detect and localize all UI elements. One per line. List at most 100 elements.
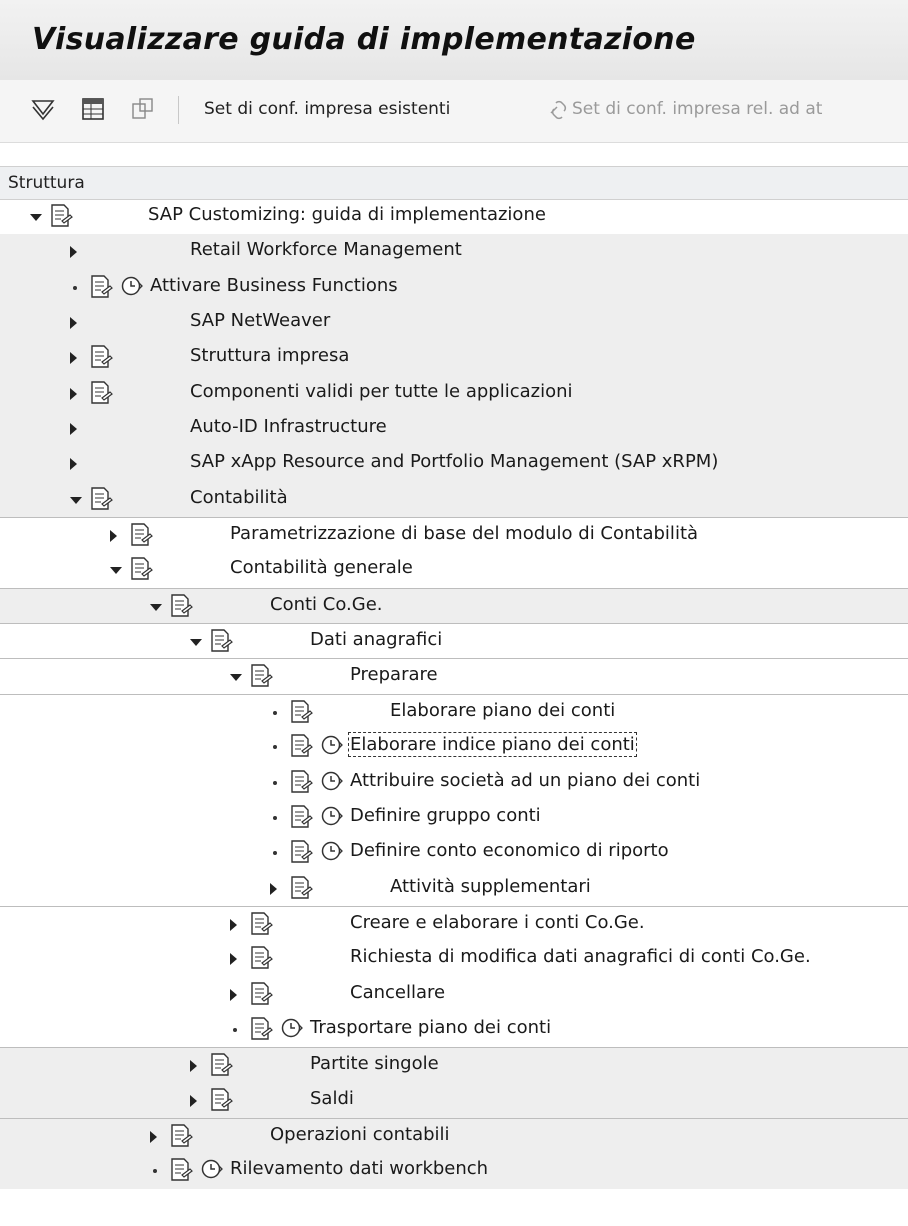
documentation-icon[interactable]	[289, 875, 313, 901]
expanded-arrow-icon[interactable]	[110, 567, 122, 575]
tree-node-label[interactable]: Contabilità	[190, 487, 288, 508]
tree-node-label[interactable]: Creare e elaborare i conti Co.Ge.	[350, 912, 645, 933]
tree-node[interactable]: Parametrizzazione di base del modulo di …	[0, 517, 908, 552]
execute-activity-icon[interactable]	[200, 1157, 224, 1181]
documentation-icon[interactable]	[289, 769, 313, 795]
tree-node[interactable]: Componenti validi per tutte le applicazi…	[0, 375, 908, 412]
documentation-icon[interactable]	[209, 1087, 233, 1113]
tree-node-label[interactable]: Elaborare indice piano dei conti	[348, 732, 637, 758]
documentation-icon[interactable]	[89, 274, 113, 300]
execute-activity-icon[interactable]	[280, 1016, 304, 1040]
documentation-icon[interactable]	[289, 699, 313, 725]
documentation-icon[interactable]	[249, 981, 273, 1007]
collapsed-arrow-icon[interactable]	[110, 530, 117, 543]
execute-activity-icon[interactable]	[120, 274, 144, 298]
tree-node-label[interactable]: Parametrizzazione di base del modulo di …	[230, 523, 698, 544]
collapsed-arrow-icon[interactable]	[190, 1094, 197, 1107]
execute-activity-icon[interactable]	[320, 769, 344, 793]
collapsed-arrow-icon[interactable]	[70, 423, 77, 436]
collapsed-arrow-icon[interactable]	[70, 458, 77, 471]
documentation-icon[interactable]	[249, 663, 273, 689]
tree-node[interactable]: Contabilità generale	[0, 552, 908, 587]
documentation-icon[interactable]	[289, 733, 313, 759]
documentation-icon[interactable]	[209, 1052, 233, 1078]
tree-node[interactable]: Definire gruppo conti	[0, 800, 908, 835]
tree-node[interactable]: Definire conto economico di riporto	[0, 835, 908, 870]
tree-node-label[interactable]: Rilevamento dati workbench	[230, 1158, 488, 1179]
tree-node[interactable]: Conti Co.Ge.	[0, 587, 908, 624]
execute-activity-icon[interactable]	[320, 733, 344, 757]
tree-node[interactable]: Attribuire società ad un piano dei conti	[0, 765, 908, 800]
tree-node[interactable]: Richiesta di modifica dati anagrafici di…	[0, 941, 908, 976]
expanded-arrow-icon[interactable]	[70, 496, 82, 504]
collapsed-arrow-icon[interactable]	[70, 246, 77, 259]
tree-node-label[interactable]: Conti Co.Ge.	[270, 594, 383, 615]
execute-activity-icon[interactable]	[320, 804, 344, 828]
tree-node-label[interactable]: Definire conto economico di riporto	[350, 840, 669, 861]
related-sets-button[interactable]: Set di conf. impresa rel. ad at	[572, 99, 822, 119]
documentation-icon[interactable]	[89, 344, 113, 370]
tree-node[interactable]: Auto-ID Infrastructure	[0, 411, 908, 447]
documentation-icon[interactable]	[49, 203, 73, 229]
documentation-icon[interactable]	[209, 628, 233, 654]
tree-node-label[interactable]: Cancellare	[350, 982, 445, 1003]
tree-node-label[interactable]: Contabilità generale	[230, 557, 413, 578]
collapsed-arrow-icon[interactable]	[150, 1130, 157, 1143]
tree-node[interactable]: Partite singole	[0, 1047, 908, 1083]
tree-node-label[interactable]: SAP xApp Resource and Portfolio Manageme…	[190, 451, 718, 472]
filter-icon[interactable]	[30, 96, 56, 122]
tree-node[interactable]: Rilevamento dati workbench	[0, 1153, 908, 1189]
tree-node[interactable]: Cancellare	[0, 977, 908, 1012]
tree-node-label[interactable]: Trasportare piano dei conti	[310, 1017, 551, 1038]
tree-node[interactable]: Creare e elaborare i conti Co.Ge.	[0, 905, 908, 941]
tree-node[interactable]: Contabilità	[0, 481, 908, 518]
tree-node-label[interactable]: Preparare	[350, 664, 438, 685]
tree-node[interactable]: Elaborare piano dei conti	[0, 693, 908, 729]
expanded-arrow-icon[interactable]	[30, 214, 42, 221]
tree-node-label[interactable]: Attribuire società ad un piano dei conti	[350, 770, 700, 791]
collapsed-arrow-icon[interactable]	[230, 988, 237, 1001]
tree-node-label[interactable]: Retail Workforce Management	[190, 239, 462, 260]
collapsed-arrow-icon[interactable]	[230, 918, 237, 931]
tree-node-label[interactable]: Operazioni contabili	[270, 1124, 450, 1145]
tree-node-label[interactable]: Attività supplementari	[390, 876, 591, 897]
documentation-icon[interactable]	[89, 380, 113, 406]
tree-node-label[interactable]: Partite singole	[310, 1053, 439, 1074]
collapsed-arrow-icon[interactable]	[70, 317, 77, 330]
documentation-icon[interactable]	[169, 1157, 193, 1183]
tree-node-label[interactable]: Definire gruppo conti	[350, 805, 541, 826]
tree-node[interactable]: Dati anagrafici	[0, 623, 908, 658]
documentation-icon[interactable]	[129, 556, 153, 582]
tree-node[interactable]: Struttura impresa	[0, 340, 908, 376]
tree-node-label[interactable]: Attivare Business Functions	[150, 275, 398, 296]
tree-node-label[interactable]: SAP Customizing: guida di implementazion…	[148, 204, 546, 225]
collapsed-arrow-icon[interactable]	[230, 953, 237, 966]
documentation-icon[interactable]	[129, 522, 153, 548]
collapsed-arrow-icon[interactable]	[70, 352, 77, 365]
documentation-icon[interactable]	[289, 804, 313, 830]
tree-node[interactable]: Trasportare piano dei conti	[0, 1012, 908, 1047]
documentation-icon[interactable]	[249, 1016, 273, 1042]
tree-node[interactable]: Elaborare indice piano dei conti	[0, 729, 908, 764]
tree-node-label[interactable]: Componenti validi per tutte le applicazi…	[190, 381, 573, 402]
tree-node-label[interactable]: SAP NetWeaver	[190, 310, 330, 331]
documentation-icon[interactable]	[249, 945, 273, 971]
existing-sets-button[interactable]: Set di conf. impresa esistenti	[204, 99, 450, 119]
collapsed-arrow-icon[interactable]	[270, 882, 277, 895]
tree-node[interactable]: Saldi	[0, 1082, 908, 1118]
tree-node[interactable]: SAP xApp Resource and Portfolio Manageme…	[0, 446, 908, 482]
tree-node[interactable]: Retail Workforce Management	[0, 234, 908, 270]
tree-node[interactable]: Attivare Business Functions	[0, 269, 908, 306]
execute-activity-icon[interactable]	[320, 839, 344, 863]
tree-node[interactable]: SAP NetWeaver	[0, 305, 908, 341]
tree-node[interactable]: Attività supplementari	[0, 871, 908, 906]
documentation-icon[interactable]	[169, 593, 193, 619]
copy-icon[interactable]	[130, 96, 156, 122]
documentation-icon[interactable]	[289, 839, 313, 865]
expanded-arrow-icon[interactable]	[190, 639, 202, 647]
tree-node-label[interactable]: Struttura impresa	[190, 345, 349, 366]
tree-node-label[interactable]: Elaborare piano dei conti	[390, 700, 615, 721]
collapsed-arrow-icon[interactable]	[190, 1060, 197, 1073]
expanded-arrow-icon[interactable]	[230, 674, 242, 682]
tree-node[interactable]: Operazioni contabili	[0, 1117, 908, 1154]
